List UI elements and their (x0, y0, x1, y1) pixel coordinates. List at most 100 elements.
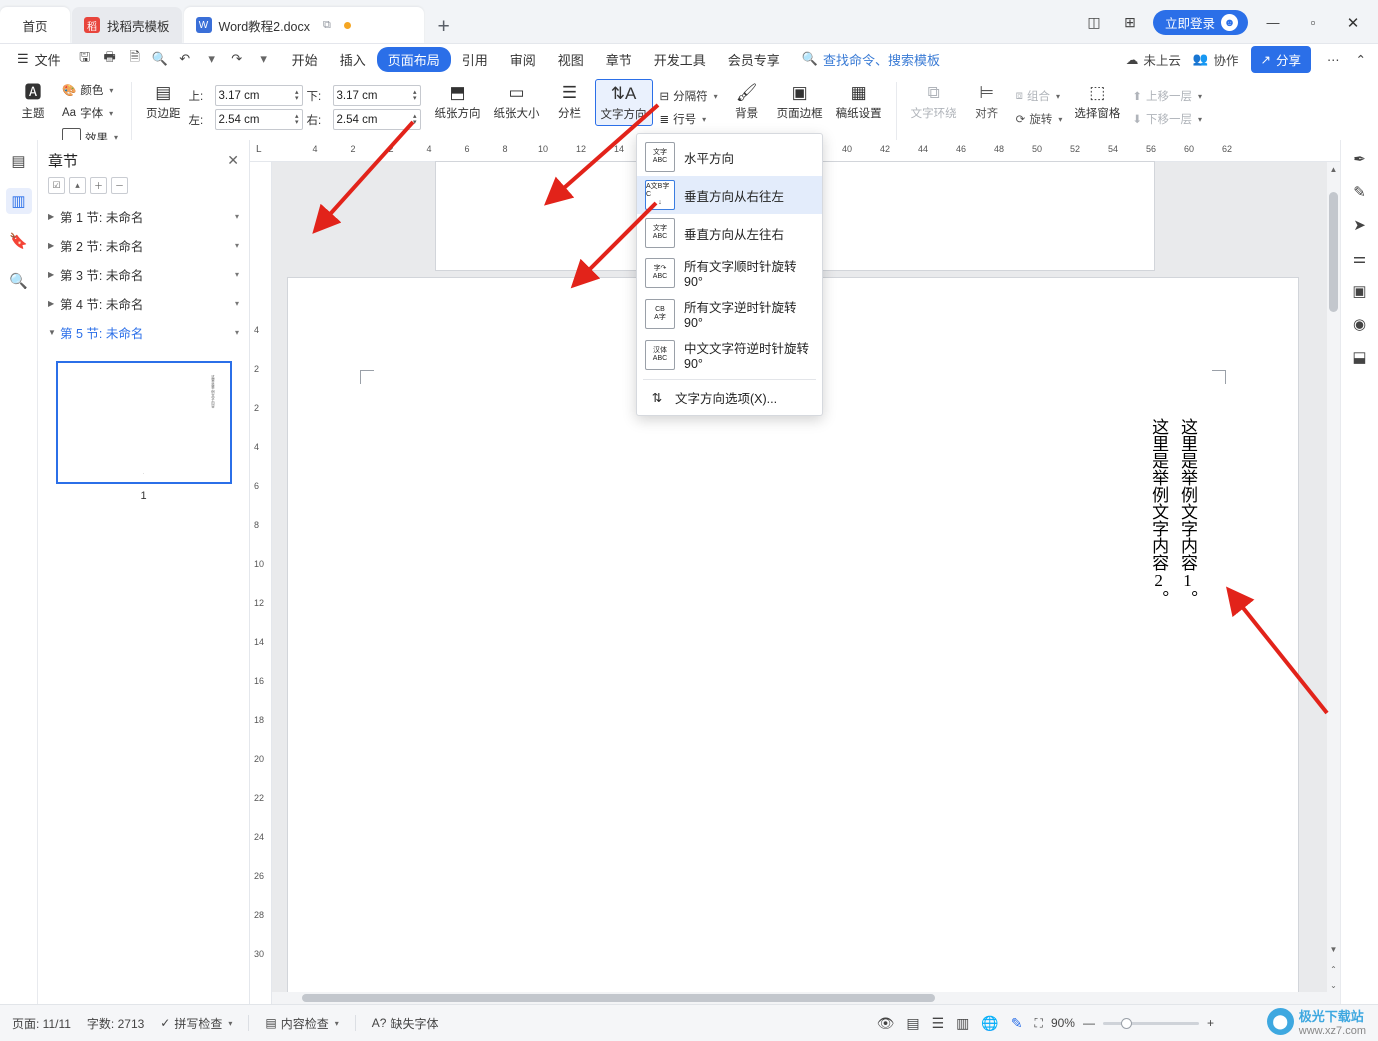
menu-tab-section[interactable]: 章节 (595, 46, 643, 73)
zoom-slider-knob[interactable] (1120, 1017, 1132, 1029)
highlight-icon[interactable]: ✎ (1353, 183, 1366, 201)
web-view-icon[interactable]: ☰ (932, 1015, 945, 1032)
login-button[interactable]: 立即登录 ☻ (1152, 10, 1248, 35)
chevron-down-icon[interactable]: ▾ (235, 212, 239, 221)
reading-view-icon[interactable]: ▥ (956, 1015, 969, 1032)
eye-icon[interactable]: 👁 (877, 1015, 895, 1032)
pen-icon[interactable]: ✎ (1011, 1015, 1023, 1032)
ribbon-button-paper-size[interactable]: ▭ 纸张大小 (489, 79, 545, 124)
previous-page-icon[interactable]: ⌃ (1327, 962, 1340, 976)
zoom-slider[interactable] (1102, 1017, 1199, 1029)
menu-tab-insert[interactable]: 插入 (329, 46, 377, 73)
outline-node-1[interactable]: ▶ 第 1 节: 未命名 ▾ (38, 202, 249, 231)
outline-node-3[interactable]: ▶ 第 3 节: 未命名 ▾ (38, 260, 249, 289)
add-icon[interactable]: ＋ (90, 177, 107, 194)
zoom-control[interactable]: ⛶ 90% — + (1035, 1016, 1214, 1031)
ribbon-button-breaks[interactable]: ⊟ 分隔符 ▾ (656, 85, 722, 107)
dropdown-item-options[interactable]: ⇅ 文字方向选项(X)... (637, 384, 822, 411)
dropdown-item-vertical-ltr[interactable]: 文字 ABC 垂直方向从左往右 (637, 214, 822, 252)
ribbon-button-theme[interactable]: 🅰 主题 (11, 79, 55, 124)
zoom-out-button[interactable]: — (1083, 1016, 1095, 1030)
tab-window-icon[interactable]: ⧉ (323, 19, 331, 32)
vertical-scroll-thumb[interactable] (1329, 192, 1338, 312)
margin-top-input[interactable]: 3.17 cm ▴ ▾ (214, 85, 303, 106)
margin-top-stepper[interactable]: ▴ ▾ (295, 89, 299, 102)
print-preview-icon[interactable]: 🗎 (124, 48, 146, 70)
remove-icon[interactable]: － (111, 177, 128, 194)
grid-apps-icon[interactable]: ⊞ (1117, 11, 1143, 35)
chevron-down-icon[interactable]: ▾ (235, 270, 239, 279)
settings-sliders-icon[interactable]: ⚌ (1353, 249, 1366, 267)
shapes-icon[interactable]: ◉ (1353, 315, 1366, 333)
tab-docer-template[interactable]: 稻 找稻壳模板 (72, 7, 182, 43)
ribbon-button-colors[interactable]: 🎨 颜色 ▾ (58, 79, 122, 101)
outline-node-4[interactable]: ▶ 第 4 节: 未命名 ▾ (38, 289, 249, 318)
menu-tab-start[interactable]: 开始 (281, 46, 329, 73)
maximize-button[interactable]: ▫ (1298, 11, 1328, 35)
menu-file[interactable]: ☰ 文件 (6, 46, 72, 73)
ribbon-button-line-numbers[interactable]: ≣ 行号 ▾ (656, 108, 722, 130)
ribbon-button-grid-paper[interactable]: ▦ 稿纸设置 (831, 79, 887, 124)
spell-check[interactable]: ✓ 拼写检查 ▾ (160, 1015, 232, 1032)
new-tab-button[interactable]: + (426, 15, 462, 43)
scroll-up-icon[interactable]: ▲ (1327, 162, 1340, 176)
next-page-icon[interactable]: ⌄ (1327, 978, 1340, 992)
missing-font[interactable]: A? 缺失字体 (372, 1015, 439, 1032)
cloud-status[interactable]: ☁ 未上云 (1126, 50, 1181, 69)
ribbon-button-text-direction[interactable]: ⇅A 文字方向 (594, 79, 653, 126)
dropdown-item-rotate-ccw[interactable]: CB A字 所有文字逆时针旋转90° (637, 293, 822, 334)
ribbon-button-margins[interactable]: ▤ 页边距 (141, 79, 186, 124)
margin-right-stepper[interactable]: ▴ ▾ (413, 113, 417, 126)
chevron-down-icon[interactable]: ▾ (235, 299, 239, 308)
ribbon-more-button[interactable]: ⋯ (1323, 52, 1344, 67)
ribbon-button-background[interactable]: 🖌 背景 (725, 79, 769, 124)
outline-node-2[interactable]: ▶ 第 2 节: 未命名 ▾ (38, 231, 249, 260)
menu-tab-developer[interactable]: 开发工具 (643, 46, 717, 73)
command-search[interactable]: 🔍 查找命令、搜索模板 (791, 46, 951, 73)
vertical-ruler[interactable]: 4 2 2 4 6 8 10 12 14 16 18 20 22 24 26 28 30 (250, 162, 272, 1004)
ribbon-button-orientation[interactable]: ⬒ 纸张方向 (430, 79, 486, 124)
search-icon[interactable]: 🔍 (6, 268, 32, 294)
undo-caret-icon[interactable]: ▾ (201, 48, 223, 70)
minimize-button[interactable]: — (1258, 11, 1288, 35)
close-icon[interactable]: ✕ (227, 152, 239, 169)
share-button[interactable]: ↗ 分享 (1250, 45, 1312, 73)
find-icon[interactable]: 🔍 (149, 48, 171, 70)
export-icon[interactable]: ⬓ (1352, 348, 1366, 366)
bookmark-icon[interactable]: 🔖 (6, 228, 32, 254)
ribbon-button-columns[interactable]: ☰ 分栏 (548, 79, 592, 124)
redo-caret-icon[interactable]: ▾ (253, 48, 275, 70)
close-button[interactable]: ✕ (1338, 11, 1368, 35)
margin-left-input[interactable]: 2.54 cm ▴ ▾ (214, 109, 303, 130)
page-view-icon[interactable]: ▤ (906, 1015, 919, 1032)
margin-left-stepper[interactable]: ▴ ▾ (295, 113, 299, 126)
ribbon-button-selection-pane[interactable]: ⬚ 选择窗格 (1069, 79, 1125, 124)
collaborate-button[interactable]: 👥 协作 (1193, 50, 1239, 69)
dropdown-item-vertical-rtl[interactable]: A文B字C ↓ 垂直方向从右往左 (637, 176, 822, 214)
margin-bottom-stepper[interactable]: ▴ ▾ (413, 89, 417, 102)
up-icon[interactable]: ▴ (69, 177, 86, 194)
dropdown-item-rotate-cw[interactable]: 字↷ ABC 所有文字顺时针旋转90° (637, 252, 822, 293)
menu-tab-view[interactable]: 视图 (547, 46, 595, 73)
tab-word-document[interactable]: W Word教程2.docx ⧉ (183, 7, 424, 43)
split-view-icon[interactable]: ◫ (1081, 11, 1107, 35)
word-count[interactable]: 字数: 2713 (87, 1015, 144, 1032)
vertical-scrollbar[interactable]: ▲ ▼ ⌃ ⌄ (1327, 162, 1340, 1004)
margin-bottom-input[interactable]: 3.17 cm ▴ ▾ (332, 85, 421, 106)
ribbon-collapse-icon[interactable]: ⌃ (1356, 52, 1372, 67)
scroll-down-icon[interactable]: ▼ (1327, 942, 1340, 956)
ribbon-button-fonts[interactable]: Aa 字体 ▾ (58, 102, 122, 124)
sections-icon[interactable]: ▤ (6, 148, 32, 174)
menu-tab-review[interactable]: 审阅 (499, 46, 547, 73)
chevron-down-icon[interactable]: ▾ (235, 241, 239, 250)
horizontal-scrollbar[interactable] (272, 992, 1327, 1004)
margin-right-input[interactable]: 2.54 cm ▴ ▾ (332, 109, 421, 130)
menu-tab-member[interactable]: 会员专享 (717, 46, 791, 73)
ribbon-button-page-border[interactable]: ▣ 页面边框 (772, 79, 828, 124)
dropdown-item-cjk-rotate-ccw[interactable]: 汉体 ABC 中文文字符逆时针旋转90° (637, 334, 822, 375)
content-check[interactable]: ▤ 内容检查 ▾ (265, 1015, 338, 1032)
outline-icon[interactable]: ▥ (5, 188, 32, 214)
zoom-in-button[interactable]: + (1207, 1016, 1214, 1030)
screenshot-icon[interactable]: ▣ (1352, 282, 1366, 300)
text-direction-dropdown[interactable]: 文字 ABC 水平方向 A文B字C ↓ 垂直方向从右往左 文字 ABC 垂直方向从左往… (636, 133, 823, 416)
